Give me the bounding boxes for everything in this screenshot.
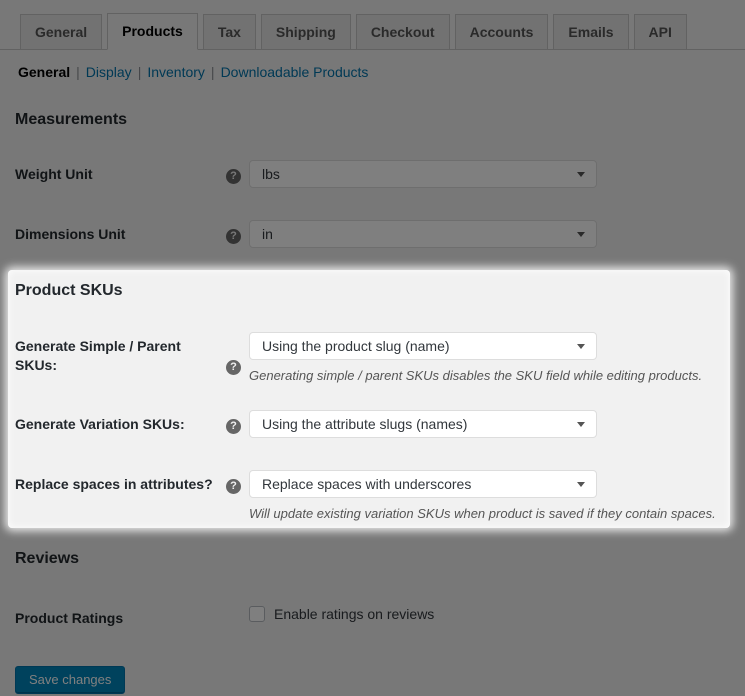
replace-spaces-note: Will update existing variation SKUs when… [249, 506, 716, 522]
dimensions-unit-select[interactable]: in [249, 220, 597, 248]
save-changes-button[interactable]: Save changes [15, 666, 125, 694]
tab-emails[interactable]: Emails [553, 14, 628, 49]
generate-simple-parent-skus-selected-value: Using the product slug (name) [262, 338, 450, 354]
tab-shipping[interactable]: Shipping [261, 14, 351, 49]
dropdown-arrow-icon [577, 172, 585, 177]
dropdown-arrow-icon [577, 344, 585, 349]
product-ratings-label: Product Ratings [15, 604, 249, 628]
subnav-separator: | [138, 64, 142, 80]
subnav-separator: | [76, 64, 80, 80]
tab-accounts[interactable]: Accounts [455, 14, 549, 49]
replace-spaces-label-text: Replace spaces in attributes? [15, 476, 213, 492]
replace-spaces-control: Replace spaces with underscores Will upd… [249, 470, 716, 522]
enable-ratings-checkbox[interactable] [249, 606, 265, 622]
tab-checkout[interactable]: Checkout [356, 14, 450, 49]
help-icon[interactable]: ? [226, 479, 241, 494]
weight-unit-selected-value: lbs [262, 166, 280, 182]
dimensions-unit-label-text: Dimensions Unit [15, 226, 125, 242]
replace-spaces-select[interactable]: Replace spaces with underscores [249, 470, 597, 498]
subnav-item-general[interactable]: General [18, 64, 70, 80]
dropdown-arrow-icon [577, 422, 585, 427]
generate-variation-skus-label-text: Generate Variation SKUs: [15, 416, 185, 432]
generate-variation-skus-label: Generate Variation SKUs: ? [15, 410, 249, 434]
enable-ratings-checkbox-label[interactable]: Enable ratings on reviews [274, 605, 434, 623]
tab-general[interactable]: General [20, 14, 102, 49]
weight-unit-select[interactable]: lbs [249, 160, 597, 188]
weight-unit-label: Weight Unit ? [15, 160, 249, 184]
replace-spaces-row: Replace spaces in attributes? ? Replace … [15, 470, 730, 522]
generate-simple-parent-skus-select[interactable]: Using the product slug (name) [249, 332, 597, 360]
product-skus-section-title: Product SKUs [15, 282, 730, 300]
tab-api[interactable]: API [634, 14, 687, 49]
generate-simple-parent-skus-label: Generate Simple / Parent SKUs: ? [15, 332, 249, 375]
replace-spaces-selected-value: Replace spaces with underscores [262, 476, 471, 492]
weight-unit-row: Weight Unit ? lbs [15, 160, 745, 188]
subnav-item-display[interactable]: Display [86, 64, 132, 80]
products-subnav: General | Display | Inventory | Downloadable P… [18, 63, 745, 81]
help-icon[interactable]: ? [226, 419, 241, 434]
dropdown-arrow-icon [577, 482, 585, 487]
generate-variation-skus-select[interactable]: Using the attribute slugs (names) [249, 410, 597, 438]
replace-spaces-label: Replace spaces in attributes? ? [15, 470, 249, 494]
subnav-item-downloadable-products[interactable]: Downloadable Products [221, 64, 369, 80]
help-icon[interactable]: ? [226, 229, 241, 244]
tab-products[interactable]: Products [107, 13, 198, 50]
dimensions-unit-label: Dimensions Unit ? [15, 220, 249, 244]
tab-tax[interactable]: Tax [203, 14, 256, 49]
generate-simple-parent-skus-row: Generate Simple / Parent SKUs: ? Using t… [15, 332, 730, 384]
product-ratings-label-text: Product Ratings [15, 610, 123, 626]
dropdown-arrow-icon [577, 232, 585, 237]
generate-simple-parent-skus-label-text: Generate Simple / Parent SKUs: [15, 338, 181, 373]
product-skus-highlight-panel: Product SKUs Generate Simple / Parent SK… [8, 270, 730, 528]
help-icon[interactable]: ? [226, 360, 241, 375]
dimensions-unit-row: Dimensions Unit ? in [15, 220, 745, 248]
dimensions-unit-selected-value: in [262, 226, 273, 242]
generate-simple-parent-skus-control: Using the product slug (name) Generating… [249, 332, 702, 384]
measurements-section-title: Measurements [15, 111, 745, 129]
generate-simple-parent-skus-note: Generating simple / parent SKUs disables… [249, 368, 702, 384]
generate-variation-skus-selected-value: Using the attribute slugs (names) [262, 416, 467, 432]
product-ratings-row: Product Ratings Enable ratings on review… [15, 604, 745, 628]
settings-tab-bar: General Products Tax Shipping Checkout A… [0, 0, 745, 50]
weight-unit-label-text: Weight Unit [15, 166, 93, 182]
subnav-item-inventory[interactable]: Inventory [147, 64, 205, 80]
generate-variation-skus-row: Generate Variation SKUs: ? Using the att… [15, 410, 730, 438]
reviews-section-title: Reviews [15, 550, 745, 568]
product-ratings-control: Enable ratings on reviews [249, 604, 434, 623]
subnav-separator: | [211, 64, 215, 80]
help-icon[interactable]: ? [226, 169, 241, 184]
